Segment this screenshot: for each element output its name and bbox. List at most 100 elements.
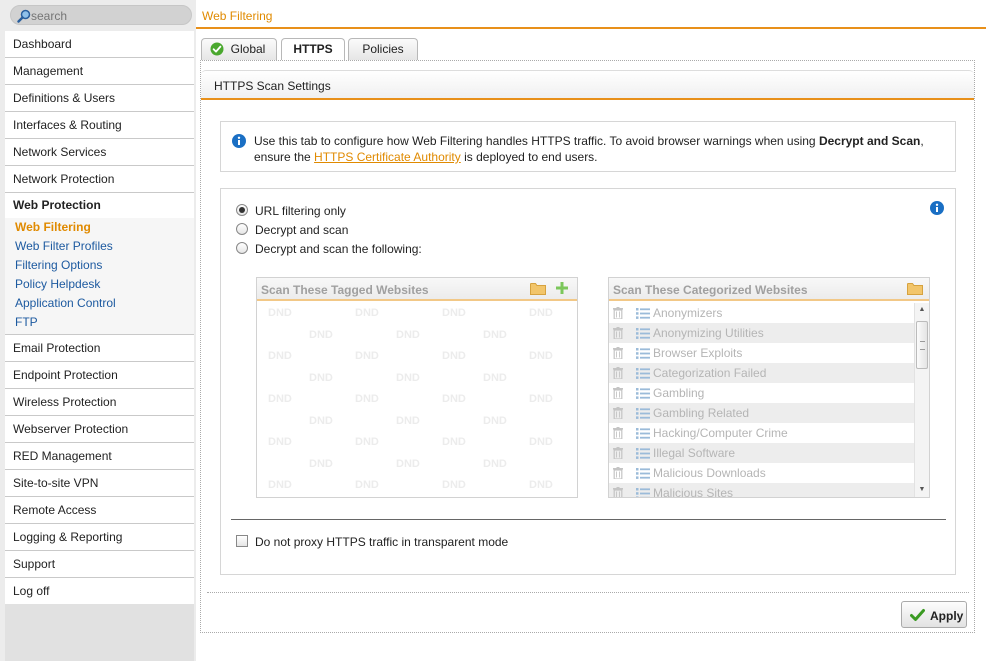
sidebar: Dashboard Management Definitions & Users… (0, 0, 196, 661)
nav-item-remote-access[interactable]: Remote Access (5, 497, 194, 524)
sub-item-policy-helpdesk[interactable]: Policy Helpdesk (5, 275, 194, 294)
dnd-watermark: DND (396, 457, 420, 470)
category-row[interactable]: Illegal Software (609, 443, 914, 463)
folder-icon[interactable] (907, 282, 923, 295)
tab-policies-label: Policies (362, 42, 404, 56)
trash-icon[interactable] (613, 347, 623, 359)
nav-item-support[interactable]: Support (5, 551, 194, 578)
category-label: Illegal Software (653, 446, 736, 460)
trash-icon[interactable] (613, 407, 623, 419)
panel-header: HTTPS Scan Settings (201, 70, 974, 100)
tab-policies[interactable]: Policies (348, 38, 418, 60)
radio-decrypt-following-label: Decrypt and scan the following: (255, 242, 422, 256)
info-box: Use this tab to configure how Web Filter… (220, 121, 956, 172)
add-icon[interactable] (555, 281, 569, 295)
info-text: Use this tab to configure how Web Filter… (254, 133, 954, 165)
categorized-websites-title: Scan These Categorized Websites (613, 283, 808, 297)
dnd-watermark: DND (529, 479, 553, 491)
category-row[interactable]: Malicious Sites (609, 483, 914, 497)
tab-global[interactable]: Global (201, 38, 277, 60)
nav-item-red-management[interactable]: RED Management (5, 443, 194, 470)
category-row[interactable]: Anonymizers (609, 303, 914, 323)
category-row[interactable]: Browser Exploits (609, 343, 914, 363)
search-box[interactable] (10, 5, 192, 25)
transparent-mode-checkbox[interactable] (236, 535, 248, 547)
tagged-websites-drop-area[interactable]: DND DND DND DND DND DND DND DND DND DND DND DND DND D… (257, 303, 577, 497)
scroll-thumb[interactable] (916, 321, 928, 369)
nav-item-email-protection[interactable]: Email Protection (5, 335, 194, 362)
sub-item-filtering-options[interactable]: Filtering Options (5, 256, 194, 275)
trash-icon[interactable] (613, 307, 623, 319)
https-ca-link[interactable]: HTTPS Certificate Authority (314, 150, 461, 164)
trash-icon[interactable] (613, 487, 623, 497)
category-label: Anonymizers (653, 306, 723, 320)
dnd-watermark: DND (396, 328, 420, 341)
sub-item-application-control[interactable]: Application Control (5, 294, 194, 313)
dnd-watermark: DND (268, 350, 292, 362)
main-content: Web Filtering Global HTTPS Policies HTTP… (196, 0, 986, 661)
radio-button[interactable] (236, 223, 248, 235)
trash-icon[interactable] (613, 327, 623, 339)
sub-item-web-filter-profiles[interactable]: Web Filter Profiles (5, 237, 194, 256)
info-text-bold: Decrypt and Scan (818, 134, 921, 148)
nav-item-network-services[interactable]: Network Services (5, 139, 194, 166)
nav-item-wireless-protection[interactable]: Wireless Protection (5, 389, 194, 416)
dnd-watermark: DND (483, 457, 507, 470)
nav-item-interfaces-routing[interactable]: Interfaces & Routing (5, 112, 194, 139)
sub-item-web-filtering[interactable]: Web Filtering (5, 218, 194, 237)
apply-button[interactable]: Apply (901, 601, 967, 628)
trash-icon[interactable] (613, 467, 623, 479)
folder-icon[interactable] (530, 282, 546, 295)
nav-item-site-to-site-vpn[interactable]: Site-to-site VPN (5, 470, 194, 497)
panel-title: HTTPS Scan Settings (214, 79, 331, 93)
sub-item-ftp[interactable]: FTP (5, 313, 194, 332)
radio-button-selected[interactable] (236, 204, 248, 216)
trash-icon[interactable] (613, 387, 623, 399)
nav-item-webserver-protection[interactable]: Webserver Protection (5, 416, 194, 443)
trash-icon[interactable] (613, 367, 623, 379)
category-row[interactable]: Gambling Related (609, 403, 914, 423)
dnd-watermark: DND (355, 393, 379, 405)
scroll-up-arrow-icon[interactable]: ▲ (915, 303, 929, 317)
dnd-watermark: DND (483, 371, 507, 384)
nav-item-definitions-users[interactable]: Definitions & Users (5, 85, 194, 112)
radio-button[interactable] (236, 242, 248, 254)
category-row[interactable]: Categorization Failed (609, 363, 914, 383)
category-row[interactable]: Hacking/Computer Crime (609, 423, 914, 443)
category-label: Browser Exploits (653, 346, 743, 360)
dnd-watermark: DND (268, 479, 292, 491)
nav-item-log-off[interactable]: Log off (5, 578, 194, 605)
nav-item-endpoint-protection[interactable]: Endpoint Protection (5, 362, 194, 389)
category-label: Malicious Sites (653, 486, 734, 497)
nav-item-web-protection[interactable]: Web Protection (5, 193, 194, 218)
footer-divider (207, 592, 969, 593)
dnd-watermark: DND (442, 307, 466, 319)
radio-url-filtering-label: URL filtering only (255, 204, 346, 218)
category-row[interactable]: Gambling (609, 383, 914, 403)
category-row[interactable]: Anonymizing Utilities (609, 323, 914, 343)
nav-item-logging-reporting[interactable]: Logging & Reporting (5, 524, 194, 551)
tagged-websites-box: Scan These Tagged Websites DND DND DND DND D… (256, 277, 578, 498)
nav-item-management[interactable]: Management (5, 58, 194, 85)
search-input[interactable] (31, 8, 181, 23)
info-text-part-3: is deployed to end users. (460, 150, 598, 164)
trash-icon[interactable] (613, 447, 623, 459)
tab-https-label: HTTPS (293, 42, 333, 56)
list-icon (636, 328, 650, 339)
nav-item-network-protection[interactable]: Network Protection (5, 166, 194, 193)
dnd-watermark: DND (355, 307, 379, 319)
dnd-watermark: DND (355, 436, 379, 448)
dnd-watermark: DND (268, 307, 292, 319)
tab-https[interactable]: HTTPS (281, 38, 345, 61)
nav-item-dashboard[interactable]: Dashboard (5, 31, 194, 58)
info-text-part-1: Use this tab to configure how Web Filter… (254, 134, 819, 148)
categorized-websites-list: Anonymizers Anonymizing Utilities Browser … (609, 303, 914, 497)
dnd-watermark: DND (529, 393, 553, 405)
apply-button-label: Apply (930, 609, 964, 623)
category-row[interactable]: Malicious Downloads (609, 463, 914, 483)
scroll-down-arrow-icon[interactable]: ▼ (915, 483, 929, 497)
trash-icon[interactable] (613, 427, 623, 439)
dnd-watermark: DND (309, 414, 333, 427)
categorized-list-scrollbar[interactable]: ▲ ▼ (914, 303, 929, 497)
help-info-icon[interactable] (930, 201, 944, 215)
